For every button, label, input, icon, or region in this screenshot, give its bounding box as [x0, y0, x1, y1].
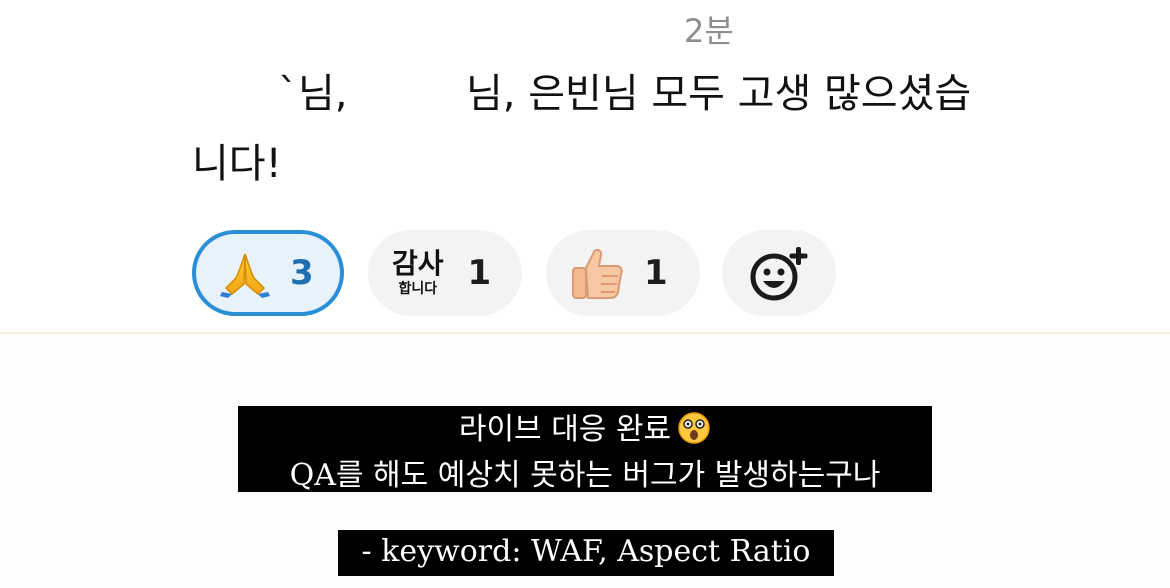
message-text-line1-b: 님, 은빈님 모두 고생 많으셨습: [466, 71, 972, 117]
story-panel: 라이브 대응 완료 QA를 해도 예상치 못하는 버그가 발생하는구나 - ke…: [0, 332, 1170, 588]
reaction-count: 3: [290, 253, 314, 293]
add-reaction-button[interactable]: [722, 230, 836, 316]
chat-message: 2분 `님, 님, 은빈님 모두 고생 많으셨습 니다! 3 감사 합니다 1 …: [0, 0, 1170, 332]
redacted-area: [628, 8, 676, 48]
message-text-line2: 니다!: [192, 141, 282, 187]
thanks-badge-bottom: 합니다: [398, 281, 438, 297]
folded-hands-emoji-icon: [220, 253, 270, 298]
thanks-badge-icon: 감사 합니다: [392, 247, 444, 297]
message-text-line1-a: `님,: [278, 71, 348, 117]
caption-box-main: 라이브 대응 완료 QA를 해도 예상치 못하는 버그가 발생하는구나: [238, 406, 932, 493]
reaction-pill-folded-hands[interactable]: 3: [192, 230, 344, 316]
thanks-badge-top: 감사: [392, 247, 444, 280]
caption-keyword: - keyword: WAF, Aspect Ratio: [361, 534, 811, 569]
reaction-count: 1: [644, 253, 668, 293]
message-timestamp: 2분: [684, 12, 734, 50]
caption-box-keyword: - keyword: WAF, Aspect Ratio: [338, 530, 834, 576]
reaction-pill-thumbs-up[interactable]: 1: [546, 230, 700, 316]
caption-line1-row: 라이브 대응 완료: [238, 410, 932, 456]
caption-line2: QA를 해도 예상치 못하는 버그가 발생하는구나: [289, 458, 881, 493]
add-reaction-icon: [750, 247, 808, 301]
dizzy-face-emoji-icon: [677, 411, 711, 456]
thumbs-up-emoji-icon: [572, 248, 623, 299]
reaction-pill-thanks[interactable]: 감사 합니다 1: [368, 230, 522, 316]
caption-line1: 라이브 대응 완료: [458, 412, 672, 447]
reaction-count: 1: [467, 253, 492, 293]
screen: 2분 `님, 님, 은빈님 모두 고생 많으셨습 니다! 3 감사 합니다 1 …: [0, 0, 1170, 588]
